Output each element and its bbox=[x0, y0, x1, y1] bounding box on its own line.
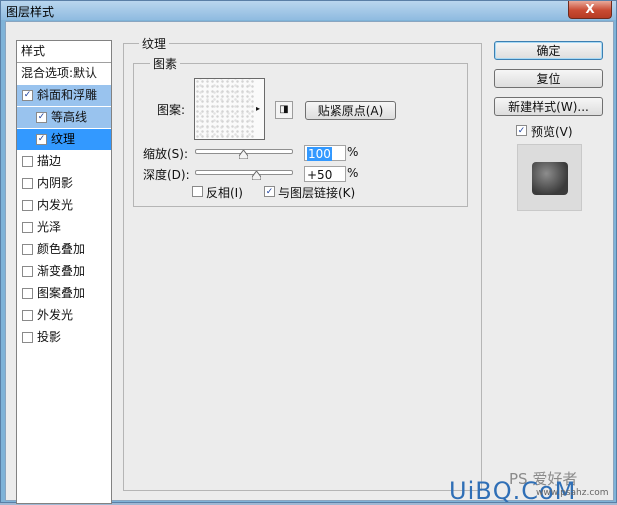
checkbox-inner-shadow[interactable] bbox=[22, 178, 33, 189]
style-list-header-label: 样式 bbox=[21, 44, 46, 58]
checkbox-inner-glow[interactable] bbox=[22, 200, 33, 211]
checkbox-gradient-overlay[interactable] bbox=[22, 266, 33, 277]
snap-to-origin-button[interactable]: 贴紧原点(A) bbox=[305, 101, 396, 120]
style-item-texture[interactable]: ✓ 纹理 bbox=[17, 129, 111, 150]
style-item-drop-shadow[interactable]: 投影 bbox=[17, 327, 111, 348]
depth-slider[interactable] bbox=[195, 170, 293, 175]
style-item-bevel-emboss[interactable]: ✓ 斜面和浮雕 bbox=[17, 85, 111, 106]
style-item-label: 等高线 bbox=[51, 110, 88, 124]
style-item-inner-glow[interactable]: 内发光 bbox=[17, 195, 111, 216]
scale-value: 100 bbox=[307, 147, 332, 161]
style-item-inner-shadow[interactable]: 内阴影 bbox=[17, 173, 111, 194]
preview-checkbox[interactable]: ✓ bbox=[516, 125, 527, 136]
invert-label: 反相(I) bbox=[206, 186, 243, 200]
style-item-label: 渐变叠加 bbox=[37, 264, 86, 278]
checkbox-drop-shadow[interactable] bbox=[22, 332, 33, 343]
preview-label: 预览(V) bbox=[531, 125, 573, 139]
depth-input[interactable]: +50 bbox=[304, 166, 346, 182]
elements-group-title: 图素 bbox=[150, 55, 181, 72]
style-item-pattern-overlay[interactable]: 图案叠加 bbox=[17, 283, 111, 304]
checkbox-texture[interactable]: ✓ bbox=[36, 134, 47, 145]
checkbox-contour[interactable]: ✓ bbox=[36, 112, 47, 123]
checkbox-color-overlay[interactable] bbox=[22, 244, 33, 255]
style-item-stroke[interactable]: 描边 bbox=[17, 151, 111, 172]
style-item-gradient-overlay[interactable]: 渐变叠加 bbox=[17, 261, 111, 282]
style-item-label: 纹理 bbox=[51, 132, 76, 146]
reset-button[interactable]: 复位 bbox=[494, 69, 603, 88]
style-item-label: 内阴影 bbox=[37, 176, 74, 190]
checkbox-bevel-emboss[interactable]: ✓ bbox=[22, 90, 33, 101]
watermark-url: www.psahz.com bbox=[536, 488, 609, 498]
style-item-label: 图案叠加 bbox=[37, 286, 86, 300]
depth-label: 深度(D): bbox=[143, 168, 190, 182]
style-item-contour[interactable]: ✓ 等高线 bbox=[17, 107, 111, 128]
style-item-label: 外发光 bbox=[37, 308, 74, 322]
style-item-label: 描边 bbox=[37, 154, 62, 168]
style-item-color-overlay[interactable]: 颜色叠加 bbox=[17, 239, 111, 260]
style-item-label: 光泽 bbox=[37, 220, 62, 234]
depth-slider-thumb[interactable] bbox=[252, 171, 261, 180]
preview-thumbnail bbox=[532, 162, 568, 195]
style-preview bbox=[517, 144, 582, 211]
pattern-label: 图案: bbox=[157, 103, 186, 117]
pattern-swatch[interactable] bbox=[194, 78, 256, 140]
blend-options-label: 混合选项:默认 bbox=[21, 66, 98, 80]
scale-input[interactable]: 100 bbox=[304, 145, 346, 161]
style-item-label: 内发光 bbox=[37, 198, 74, 212]
close-button[interactable]: X bbox=[568, 1, 612, 19]
style-list-header[interactable]: 样式 bbox=[17, 41, 111, 62]
checkbox-pattern-overlay[interactable] bbox=[22, 288, 33, 299]
style-item-label: 投影 bbox=[37, 330, 62, 344]
pattern-picker-dropdown[interactable]: ▸ bbox=[254, 78, 265, 140]
link-with-layer-label: 与图层链接(K) bbox=[278, 186, 356, 200]
link-with-layer-checkbox[interactable]: ✓ bbox=[264, 186, 275, 197]
ok-button[interactable]: 确定 bbox=[494, 41, 603, 60]
scale-slider-thumb[interactable] bbox=[239, 150, 248, 159]
checkbox-outer-glow[interactable] bbox=[22, 310, 33, 321]
depth-unit: % bbox=[347, 166, 359, 180]
scale-label: 缩放(S): bbox=[143, 147, 189, 161]
texture-group-title: 纹理 bbox=[139, 35, 170, 52]
style-item-label: 斜面和浮雕 bbox=[37, 88, 98, 102]
blend-options-item[interactable]: 混合选项:默认 bbox=[17, 63, 111, 84]
new-preset-icon[interactable]: ◨ bbox=[275, 101, 293, 119]
style-item-label: 颜色叠加 bbox=[37, 242, 86, 256]
layer-style-dialog: 图层样式 X 样式 混合选项:默认 ✓ 斜面和浮雕 ✓ 等高线 ✓ 纹理 描边 bbox=[0, 0, 617, 505]
style-list: 样式 混合选项:默认 ✓ 斜面和浮雕 ✓ 等高线 ✓ 纹理 描边 内阴影 内发光 bbox=[16, 40, 112, 504]
scale-unit: % bbox=[347, 145, 359, 159]
style-item-satin[interactable]: 光泽 bbox=[17, 217, 111, 238]
new-style-button[interactable]: 新建样式(W)... bbox=[494, 97, 603, 116]
title-bar[interactable]: 图层样式 X bbox=[1, 1, 616, 20]
window-title: 图层样式 bbox=[6, 5, 55, 19]
checkbox-stroke[interactable] bbox=[22, 156, 33, 167]
invert-checkbox[interactable] bbox=[192, 186, 203, 197]
style-item-outer-glow[interactable]: 外发光 bbox=[17, 305, 111, 326]
chevron-right-icon: ▸ bbox=[256, 104, 261, 113]
checkbox-satin[interactable] bbox=[22, 222, 33, 233]
